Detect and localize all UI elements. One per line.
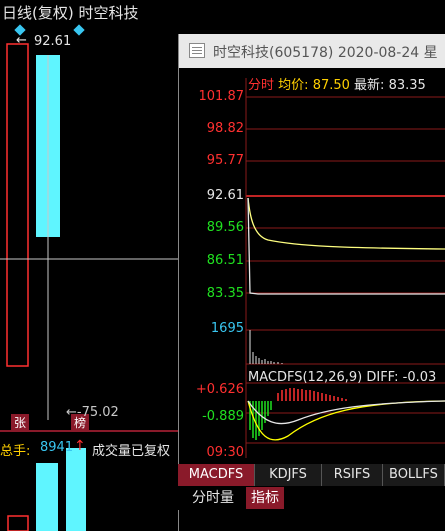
macd-dea-line — [247, 400, 445, 425]
tab-bollfs[interactable]: BOLLFS — [383, 464, 445, 486]
price-axis-tick: 86.51 — [206, 253, 244, 268]
price-axis-tick: 89.56 — [206, 220, 244, 235]
tab-intraday-volume[interactable]: 分时量 — [184, 487, 242, 509]
window-app-icon — [189, 43, 205, 58]
indicator-tabbar: MACDFS KDJFS RSIFS BOLLFS — [178, 464, 445, 486]
time-axis-label: 09:30 — [206, 445, 244, 460]
macd-indicator-label: MACDFS(12,26,9) DIFF: -0.03 — [248, 370, 437, 385]
popup-titlebar[interactable]: 时空科技(605178) 2020-08-24 星 — [179, 34, 445, 68]
macd-axis-tick: -0.889 — [202, 409, 244, 424]
intraday-volume-bars — [249, 330, 283, 364]
tab-indicator[interactable]: 指标 — [246, 487, 284, 509]
candle-up — [6, 43, 29, 367]
tab-kdjfs[interactable]: KDJFS — [255, 464, 322, 486]
price-axis-tick: 83.35 — [206, 286, 244, 301]
tab-rsifs[interactable]: RSIFS — [322, 464, 383, 486]
chart-subtabbar: 分时量 指标 — [178, 486, 445, 510]
low-price-label: ←-75.02 — [66, 405, 119, 420]
volume-bar — [7, 515, 29, 531]
price-axis-tick: 98.82 — [206, 121, 244, 136]
volume-label: 总手: — [0, 444, 31, 459]
volume-up-arrow-icon: ↑ — [74, 438, 86, 454]
badge-zhang[interactable]: 张 — [11, 414, 29, 432]
volume-bar — [66, 448, 86, 531]
price-line — [247, 197, 445, 295]
macd-diff-line — [247, 400, 445, 441]
tab-macdfs[interactable]: MACDFS — [178, 464, 255, 486]
price-axis-tick: 92.61 — [206, 188, 244, 203]
volume-note: 成交量已复权 — [92, 444, 171, 459]
popup-title: 时空科技(605178) 2020-08-24 星 — [213, 45, 438, 61]
volume-value: 8941 — [40, 440, 74, 455]
price-axis-tick: 101.87 — [198, 89, 245, 104]
price-axis-tick: 95.77 — [206, 153, 244, 168]
volume-axis-tick: 1695 — [210, 321, 244, 336]
volume-bar — [36, 463, 58, 531]
macd-axis-tick: +0.626 — [195, 382, 244, 397]
avg-price-line — [247, 197, 445, 250]
